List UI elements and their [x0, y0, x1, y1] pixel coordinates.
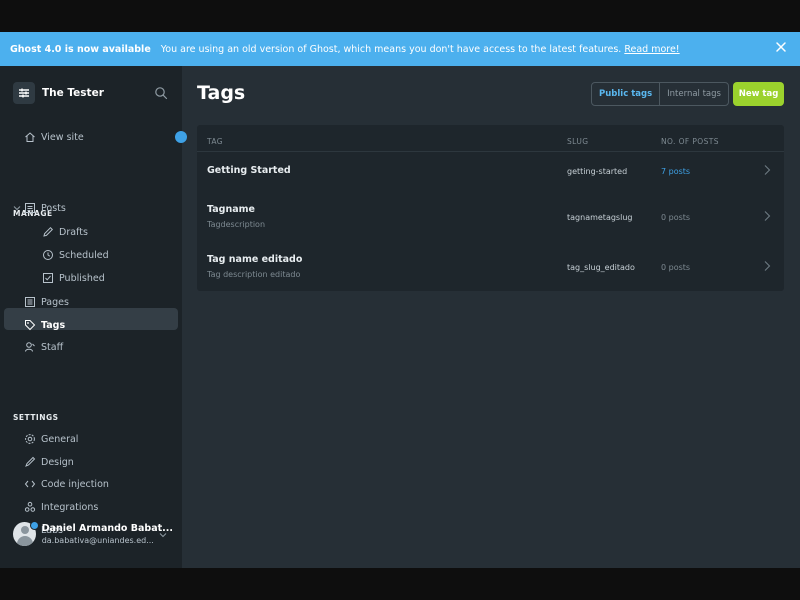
pages-icon — [25, 297, 35, 307]
nav-general-label: General — [41, 433, 79, 445]
chevron-right-icon — [764, 261, 771, 271]
banner-read-more-link[interactable]: Read more! — [624, 44, 679, 55]
nav-scheduled[interactable]: Scheduled — [42, 247, 109, 263]
tag-post-count[interactable]: 7 posts — [661, 167, 690, 176]
tags-table: TAG SLUG NO. OF POSTS Getting Started ge… — [197, 125, 784, 291]
integrations-icon — [24, 501, 36, 512]
nav-posts[interactable]: Posts — [24, 200, 66, 216]
tag-slug: getting-started — [567, 167, 628, 176]
user-email: da.babativa@uniandes.ed... — [41, 536, 154, 545]
nav-scheduled-label: Scheduled — [59, 249, 109, 261]
banner-message: You are using an old version of Ghost, w… — [160, 43, 622, 55]
clock-icon — [43, 250, 53, 260]
nav-tags-label: Tags — [41, 319, 66, 331]
table-row[interactable]: Tagname Tagdescription tagnametagslug 0 … — [197, 194, 784, 242]
gear-icon — [25, 434, 35, 444]
sidebar: The Tester View site MANAGE Posts Drafts… — [0, 66, 187, 568]
pencil-icon — [43, 226, 54, 237]
nav-drafts[interactable]: Drafts — [42, 224, 88, 240]
staff-icon — [25, 342, 35, 352]
nav-design-label: Design — [41, 456, 74, 468]
nav-integrations[interactable]: Integrations — [24, 499, 98, 515]
column-header-posts: NO. OF POSTS — [661, 137, 719, 146]
nav-design[interactable]: Design — [24, 454, 74, 470]
table-row[interactable]: Tag name editado Tag description editado… — [197, 242, 784, 290]
update-banner: Ghost 4.0 is now available You are using… — [0, 32, 800, 66]
nav-view-site[interactable]: View site — [24, 129, 84, 145]
nav-posts-label: Posts — [41, 202, 66, 214]
nav-view-site-label: View site — [41, 131, 84, 143]
nav-general[interactable]: General — [24, 431, 78, 447]
tag-type-toggle: Public tags Internal tags — [591, 82, 729, 106]
search-icon[interactable] — [154, 86, 168, 100]
nav-pages-label: Pages — [41, 296, 69, 308]
tag-description: Tagdescription — [207, 220, 266, 229]
new-tag-button[interactable]: New tag — [733, 82, 784, 106]
code-icon — [24, 480, 36, 488]
brush-icon — [25, 456, 36, 467]
settings-section-label: SETTINGS — [13, 413, 59, 422]
close-icon[interactable] — [774, 40, 788, 54]
tag-slug: tagnametagslug — [567, 213, 633, 222]
chevron-down-icon[interactable] — [12, 203, 22, 213]
app-frame: Ghost 4.0 is now available You are using… — [0, 32, 800, 568]
tag-name: Getting Started — [207, 165, 291, 176]
avatar-status-dot — [30, 521, 39, 530]
nav-staff[interactable]: Staff — [24, 339, 63, 355]
site-brand[interactable]: The Tester — [13, 82, 104, 104]
tag-name: Tagname — [207, 204, 255, 215]
nav-tags[interactable]: Tags — [24, 317, 65, 333]
nav-published-label: Published — [59, 272, 105, 284]
tag-post-count: 0 posts — [661, 263, 691, 272]
user-name: Daniel Armando Babat... — [41, 523, 173, 534]
main-content: Tags Public tags Internal tags New tag T… — [182, 66, 800, 568]
tag-description: Tag description editado — [207, 270, 301, 279]
tag-icon — [25, 320, 36, 331]
nav-integrations-label: Integrations — [41, 501, 99, 513]
tag-name: Tag name editado — [207, 254, 303, 265]
published-icon — [43, 273, 53, 283]
public-tags-tab[interactable]: Public tags — [592, 83, 661, 105]
internal-tags-tab[interactable]: Internal tags — [660, 83, 728, 105]
posts-icon — [25, 203, 35, 213]
site-logo-icon — [13, 82, 35, 104]
column-header-slug: SLUG — [567, 137, 589, 146]
site-name: The Tester — [42, 87, 104, 99]
home-icon — [25, 132, 35, 142]
chevron-right-icon — [764, 165, 771, 175]
tag-slug: tag_slug_editado — [567, 263, 635, 272]
tag-post-count: 0 posts — [661, 213, 691, 222]
nav-drafts-label: Drafts — [59, 226, 88, 238]
nav-published[interactable]: Published — [42, 270, 105, 286]
nav-code-injection-label: Code injection — [41, 478, 109, 490]
page-title: Tags — [197, 82, 246, 104]
column-header-tag: TAG — [207, 137, 224, 146]
chevron-down-icon[interactable] — [158, 530, 168, 540]
banner-title: Ghost 4.0 is now available — [10, 43, 151, 55]
table-row[interactable]: Getting Started getting-started 7 posts — [197, 152, 784, 194]
nav-staff-label: Staff — [41, 341, 64, 353]
nav-code-injection[interactable]: Code injection — [24, 476, 109, 492]
chevron-right-icon — [764, 211, 771, 221]
